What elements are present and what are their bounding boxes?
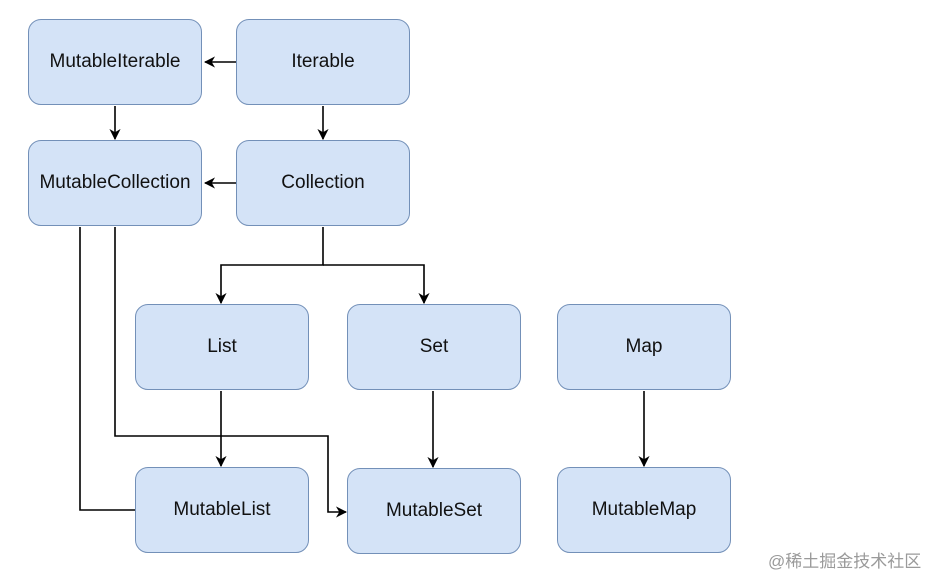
watermark: @稀土掘金技术社区 [768, 552, 922, 571]
node-iterable: Iterable [236, 19, 410, 105]
edge-collection-set [323, 264, 430, 305]
node-mutable-set: MutableSet [347, 468, 521, 554]
node-map: Map [557, 304, 731, 390]
node-collection: Collection [236, 140, 410, 226]
node-list: List [135, 304, 309, 390]
node-set: Set [347, 304, 521, 390]
node-mutable-list: MutableList [135, 467, 309, 553]
node-mutable-collection: MutableCollection [28, 140, 202, 226]
node-mutable-iterable: MutableIterable [28, 19, 202, 105]
edge-mutablecollection-mutablelist [79, 227, 135, 511]
edge-collection-list [215, 227, 324, 305]
node-mutable-map: MutableMap [557, 467, 731, 553]
